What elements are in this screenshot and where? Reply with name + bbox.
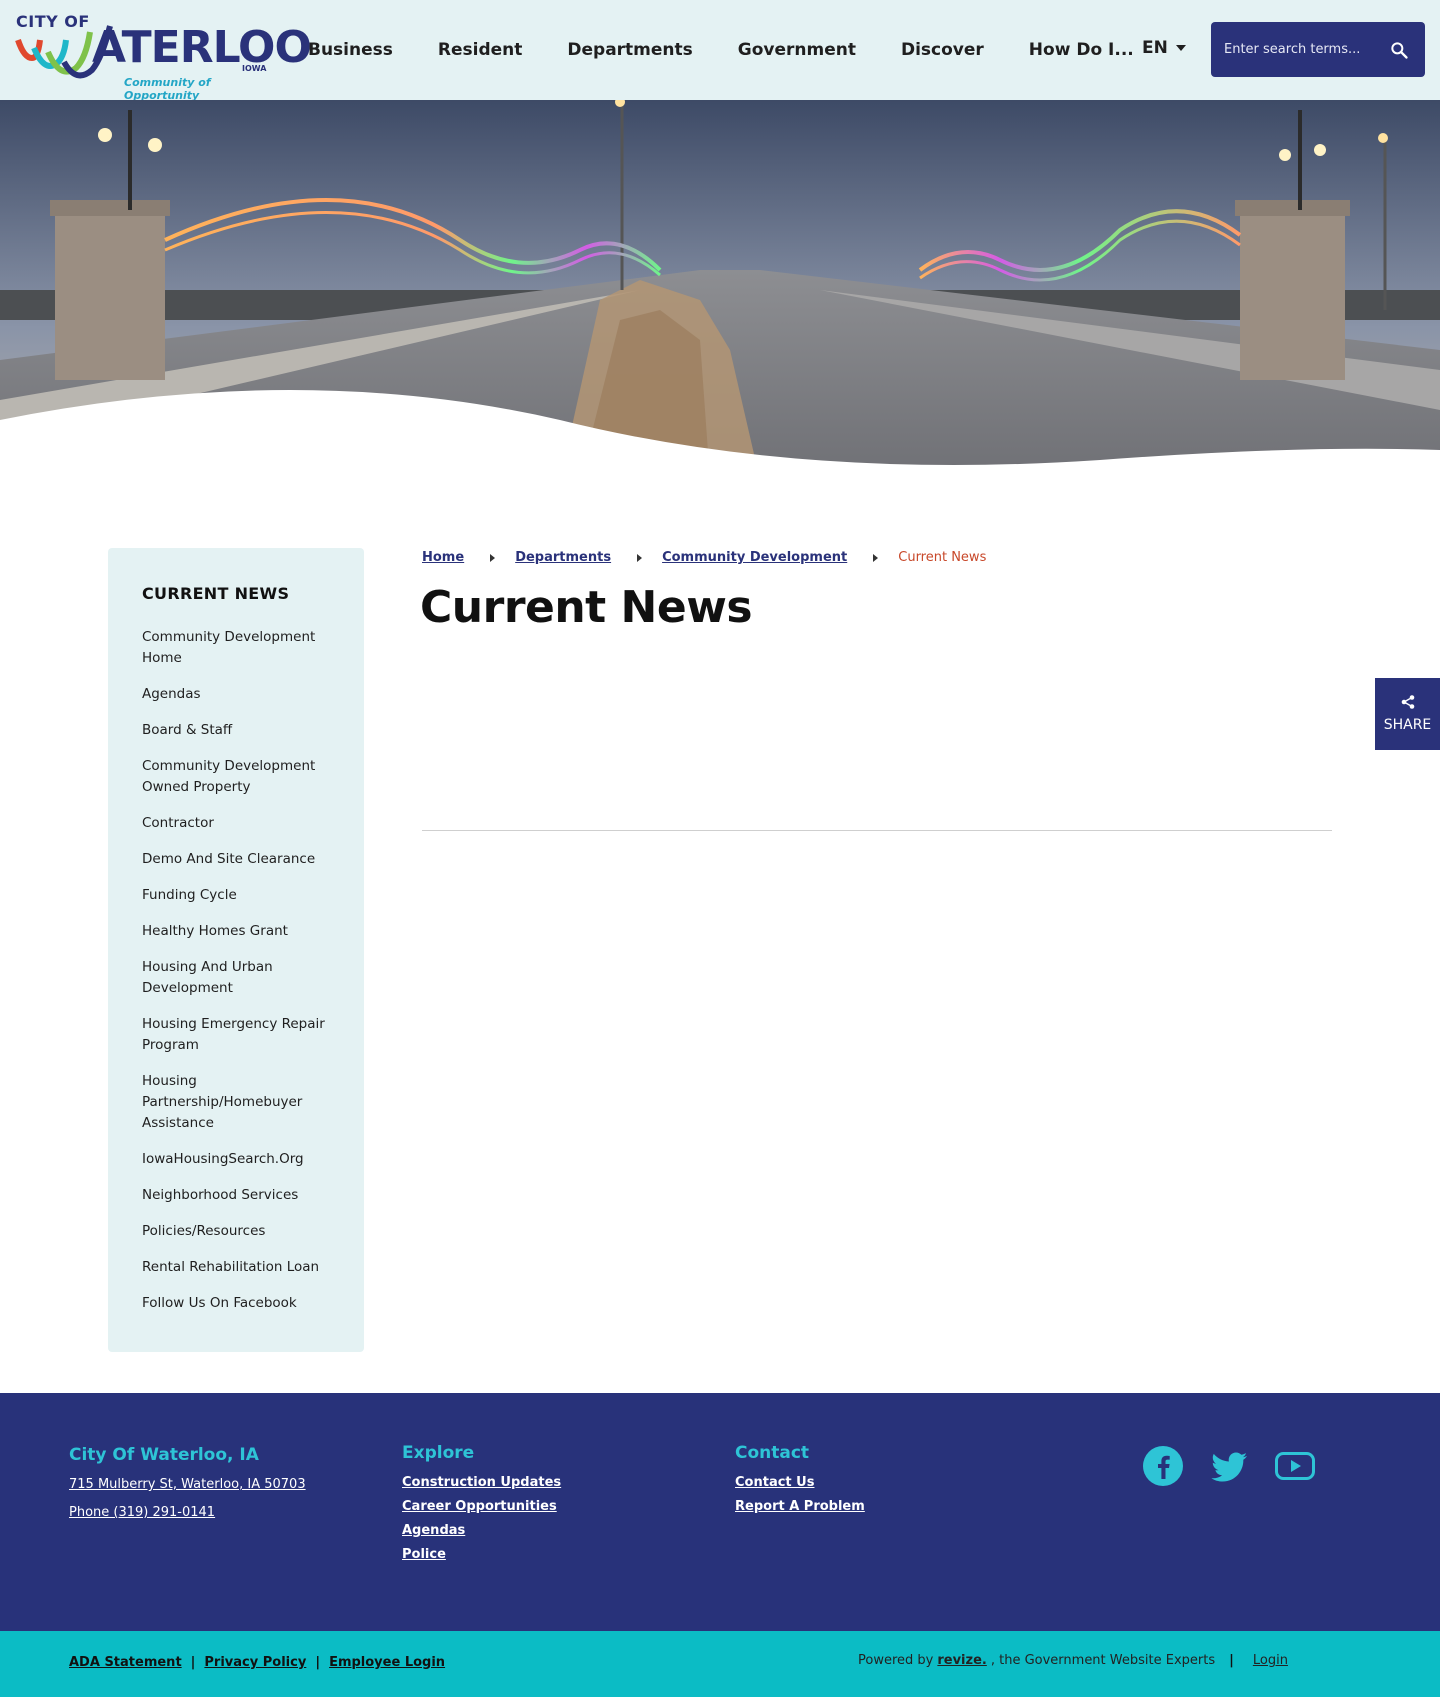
pipe-divider: |: [1229, 1653, 1234, 1668]
footer-address-link[interactable]: 715 Mulberry St, Waterloo, IA 50703: [69, 1477, 306, 1492]
site-footer: City Of Waterloo, IA 715 Mulberry St, Wa…: [0, 1393, 1440, 1631]
language-label: EN: [1142, 38, 1168, 58]
ada-statement-link[interactable]: ADA Statement: [69, 1655, 182, 1670]
footer-contact-title: Contact: [735, 1443, 810, 1463]
search-input[interactable]: [1224, 22, 1384, 77]
nav-how-do-i[interactable]: How Do I...: [1029, 40, 1134, 60]
sidebar-item-emergency-repair[interactable]: Housing Emergency Repair Program: [142, 1014, 340, 1056]
facebook-icon[interactable]: [1142, 1445, 1184, 1487]
breadcrumb-departments[interactable]: Departments: [515, 550, 611, 565]
footer-explore-title: Explore: [402, 1443, 475, 1463]
logo-city-of: CITY OF: [16, 12, 90, 31]
search-box: [1211, 22, 1425, 77]
nav-departments[interactable]: Departments: [567, 40, 692, 60]
employee-login-link[interactable]: Employee Login: [329, 1655, 445, 1670]
social-links: [1142, 1445, 1316, 1487]
pipe-divider: |: [190, 1655, 196, 1670]
sidebar-item-demo-site-clearance[interactable]: Demo And Site Clearance: [142, 849, 340, 870]
login-link[interactable]: Login: [1253, 1653, 1288, 1668]
breadcrumb: Home Departments Community Development C…: [422, 550, 986, 565]
footer-phone-link[interactable]: Phone (319) 291-0141: [69, 1505, 306, 1520]
powered-by-suffix: , the Government Website Experts: [990, 1653, 1216, 1668]
sidebar-item-community-development-home[interactable]: Community Development Home: [142, 627, 340, 669]
site-header: CITY OF ATERLOO IOWA Community of Opport…: [0, 0, 1440, 102]
sidebar-item-iowahousingsearch[interactable]: IowaHousingSearch.Org: [142, 1149, 340, 1170]
language-selector[interactable]: EN: [1142, 38, 1186, 58]
breadcrumb-separator-icon: [490, 553, 496, 562]
footer-contact: Contact Contact Us Report A Problem: [735, 1443, 865, 1523]
footer-link-agendas[interactable]: Agendas: [402, 1523, 561, 1538]
footer-link-police[interactable]: Police: [402, 1547, 561, 1562]
footer-city-info: City Of Waterloo, IA 715 Mulberry St, Wa…: [69, 1445, 306, 1533]
hero-image: [0, 100, 1440, 480]
hero-bridge-illustration: [0, 100, 1440, 480]
breadcrumb-separator-icon: [873, 553, 879, 562]
nav-discover[interactable]: Discover: [901, 40, 984, 60]
breadcrumb-home[interactable]: Home: [422, 550, 464, 565]
breadcrumb-current: Current News: [898, 550, 987, 565]
sidebar-item-healthy-homes-grant[interactable]: Healthy Homes Grant: [142, 921, 340, 942]
logo-state: IOWA: [242, 64, 267, 73]
page-title: Current News: [420, 582, 753, 633]
sidebar-item-agendas[interactable]: Agendas: [142, 684, 340, 705]
sidebar-item-facebook[interactable]: Follow Us On Facebook: [142, 1293, 340, 1314]
logo-wordmark: ATERLOO: [92, 22, 312, 73]
youtube-icon[interactable]: [1274, 1445, 1316, 1487]
sidebar: CURRENT NEWS Community Development Home …: [108, 548, 364, 1352]
nav-business[interactable]: Business: [308, 40, 393, 60]
pipe-divider: |: [315, 1655, 321, 1670]
share-label: SHARE: [1383, 717, 1432, 733]
main-nav: Business Resident Departments Government…: [308, 0, 1179, 100]
footer-link-report-problem[interactable]: Report A Problem: [735, 1499, 865, 1514]
sidebar-item-contractor[interactable]: Contractor: [142, 813, 340, 834]
share-button[interactable]: SHARE: [1375, 678, 1440, 750]
sidebar-item-hud[interactable]: Housing And Urban Development: [142, 957, 340, 999]
share-icon: [1401, 695, 1414, 709]
powered-by-prefix: Powered by: [858, 1653, 934, 1668]
footer-explore: Explore Construction Updates Career Oppo…: [402, 1443, 561, 1571]
logo-tagline: Community of Opportunity: [124, 76, 211, 102]
footer-link-construction-updates[interactable]: Construction Updates: [402, 1475, 561, 1490]
sidebar-item-rental-rehab-loan[interactable]: Rental Rehabilitation Loan: [142, 1257, 340, 1278]
sidebar-item-policies-resources[interactable]: Policies/Resources: [142, 1221, 340, 1242]
sidebar-item-neighborhood-services[interactable]: Neighborhood Services: [142, 1185, 340, 1206]
footer-link-career-opportunities[interactable]: Career Opportunities: [402, 1499, 561, 1514]
breadcrumb-separator-icon: [637, 553, 643, 562]
city-logo[interactable]: CITY OF ATERLOO IOWA Community of Opport…: [14, 8, 312, 102]
search-icon[interactable]: [1389, 40, 1409, 60]
sidebar-title: CURRENT NEWS: [142, 584, 290, 603]
breadcrumb-community-development[interactable]: Community Development: [662, 550, 847, 565]
nav-government[interactable]: Government: [738, 40, 856, 60]
sidebar-item-homebuyer-assistance[interactable]: Housing Partnership/Homebuyer Assistance: [142, 1071, 340, 1134]
revize-link[interactable]: revize.: [937, 1653, 986, 1668]
powered-by: Powered by revize. , the Government Webs…: [858, 1653, 1288, 1668]
sidebar-item-funding-cycle[interactable]: Funding Cycle: [142, 885, 340, 906]
sidebar-item-owned-property[interactable]: Community Development Owned Property: [142, 756, 340, 798]
nav-resident[interactable]: Resident: [438, 40, 523, 60]
footer-city-title: City Of Waterloo, IA: [69, 1445, 259, 1465]
content-divider: [422, 830, 1332, 831]
twitter-icon[interactable]: [1208, 1445, 1250, 1487]
sidebar-item-board-staff[interactable]: Board & Staff: [142, 720, 340, 741]
sidebar-list: Community Development Home Agendas Board…: [142, 627, 340, 1314]
footer-link-contact-us[interactable]: Contact Us: [735, 1475, 865, 1490]
sub-footer: ADA Statement | Privacy Policy | Employe…: [0, 1631, 1440, 1697]
chevron-down-icon: [1175, 45, 1186, 51]
legal-links: ADA Statement | Privacy Policy | Employe…: [69, 1655, 445, 1670]
privacy-policy-link[interactable]: Privacy Policy: [204, 1655, 306, 1670]
